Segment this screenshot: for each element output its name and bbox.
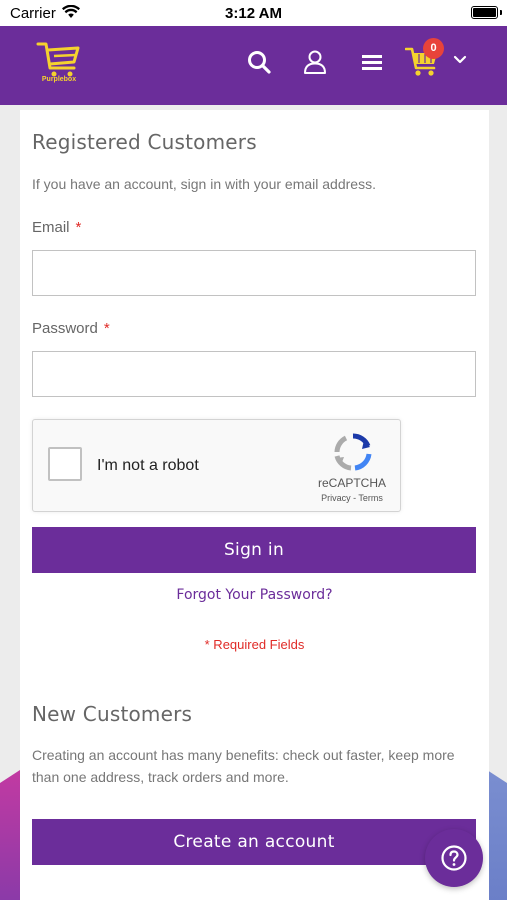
- new-customers-lead-text: Creating an account has many benefits: c…: [32, 747, 455, 785]
- app-header: Purplebox 0: [0, 26, 507, 105]
- help-icon: [441, 845, 467, 871]
- recaptcha-privacy-terms-link[interactable]: Privacy - Terms: [303, 493, 401, 503]
- help-button[interactable]: [425, 829, 483, 887]
- sign-in-button[interactable]: Sign in: [32, 527, 476, 573]
- side-decoration-right: [487, 770, 507, 900]
- battery-icon: [471, 6, 498, 19]
- status-time: 3:12 AM: [225, 5, 282, 22]
- recaptcha-brand: reCAPTCHA: [317, 476, 386, 490]
- create-account-button[interactable]: Create an account: [32, 819, 476, 865]
- chevron-down-icon[interactable]: [451, 52, 469, 68]
- email-field[interactable]: [32, 250, 476, 296]
- required-asterisk: *: [75, 219, 82, 236]
- new-customers-title: New Customers: [32, 702, 193, 726]
- password-label: Password *: [32, 320, 110, 337]
- password-field[interactable]: [32, 351, 476, 397]
- required-asterisk: *: [103, 320, 110, 337]
- cart-count-badge: 0: [423, 38, 444, 59]
- recaptcha-widget: I'm not a robot reCAPTCHA Privacy - Term…: [32, 419, 401, 512]
- email-label-text: Email: [32, 219, 70, 236]
- logo-text: Purplebox: [41, 76, 77, 83]
- registered-lead-text: If you have an account, sign in with you…: [32, 176, 376, 192]
- search-icon[interactable]: [246, 49, 272, 75]
- recaptcha-logo-icon: [334, 433, 372, 471]
- forgot-password-link[interactable]: Forgot Your Password?: [20, 587, 489, 603]
- status-bar: Carrier 3:12 AM: [0, 0, 507, 26]
- email-label: Email *: [32, 219, 81, 236]
- account-icon[interactable]: [302, 49, 328, 75]
- recaptcha-label: I'm not a robot: [97, 457, 199, 474]
- side-decoration-left: [0, 770, 20, 900]
- recaptcha-checkbox[interactable]: [48, 447, 82, 481]
- login-panel: Registered Customers If you have an acco…: [20, 110, 489, 900]
- required-fields-note: * Required Fields: [204, 637, 305, 652]
- registered-customers-title: Registered Customers: [32, 130, 257, 154]
- battery-tip: [500, 10, 502, 15]
- password-label-text: Password: [32, 320, 98, 337]
- menu-icon[interactable]: [359, 49, 385, 75]
